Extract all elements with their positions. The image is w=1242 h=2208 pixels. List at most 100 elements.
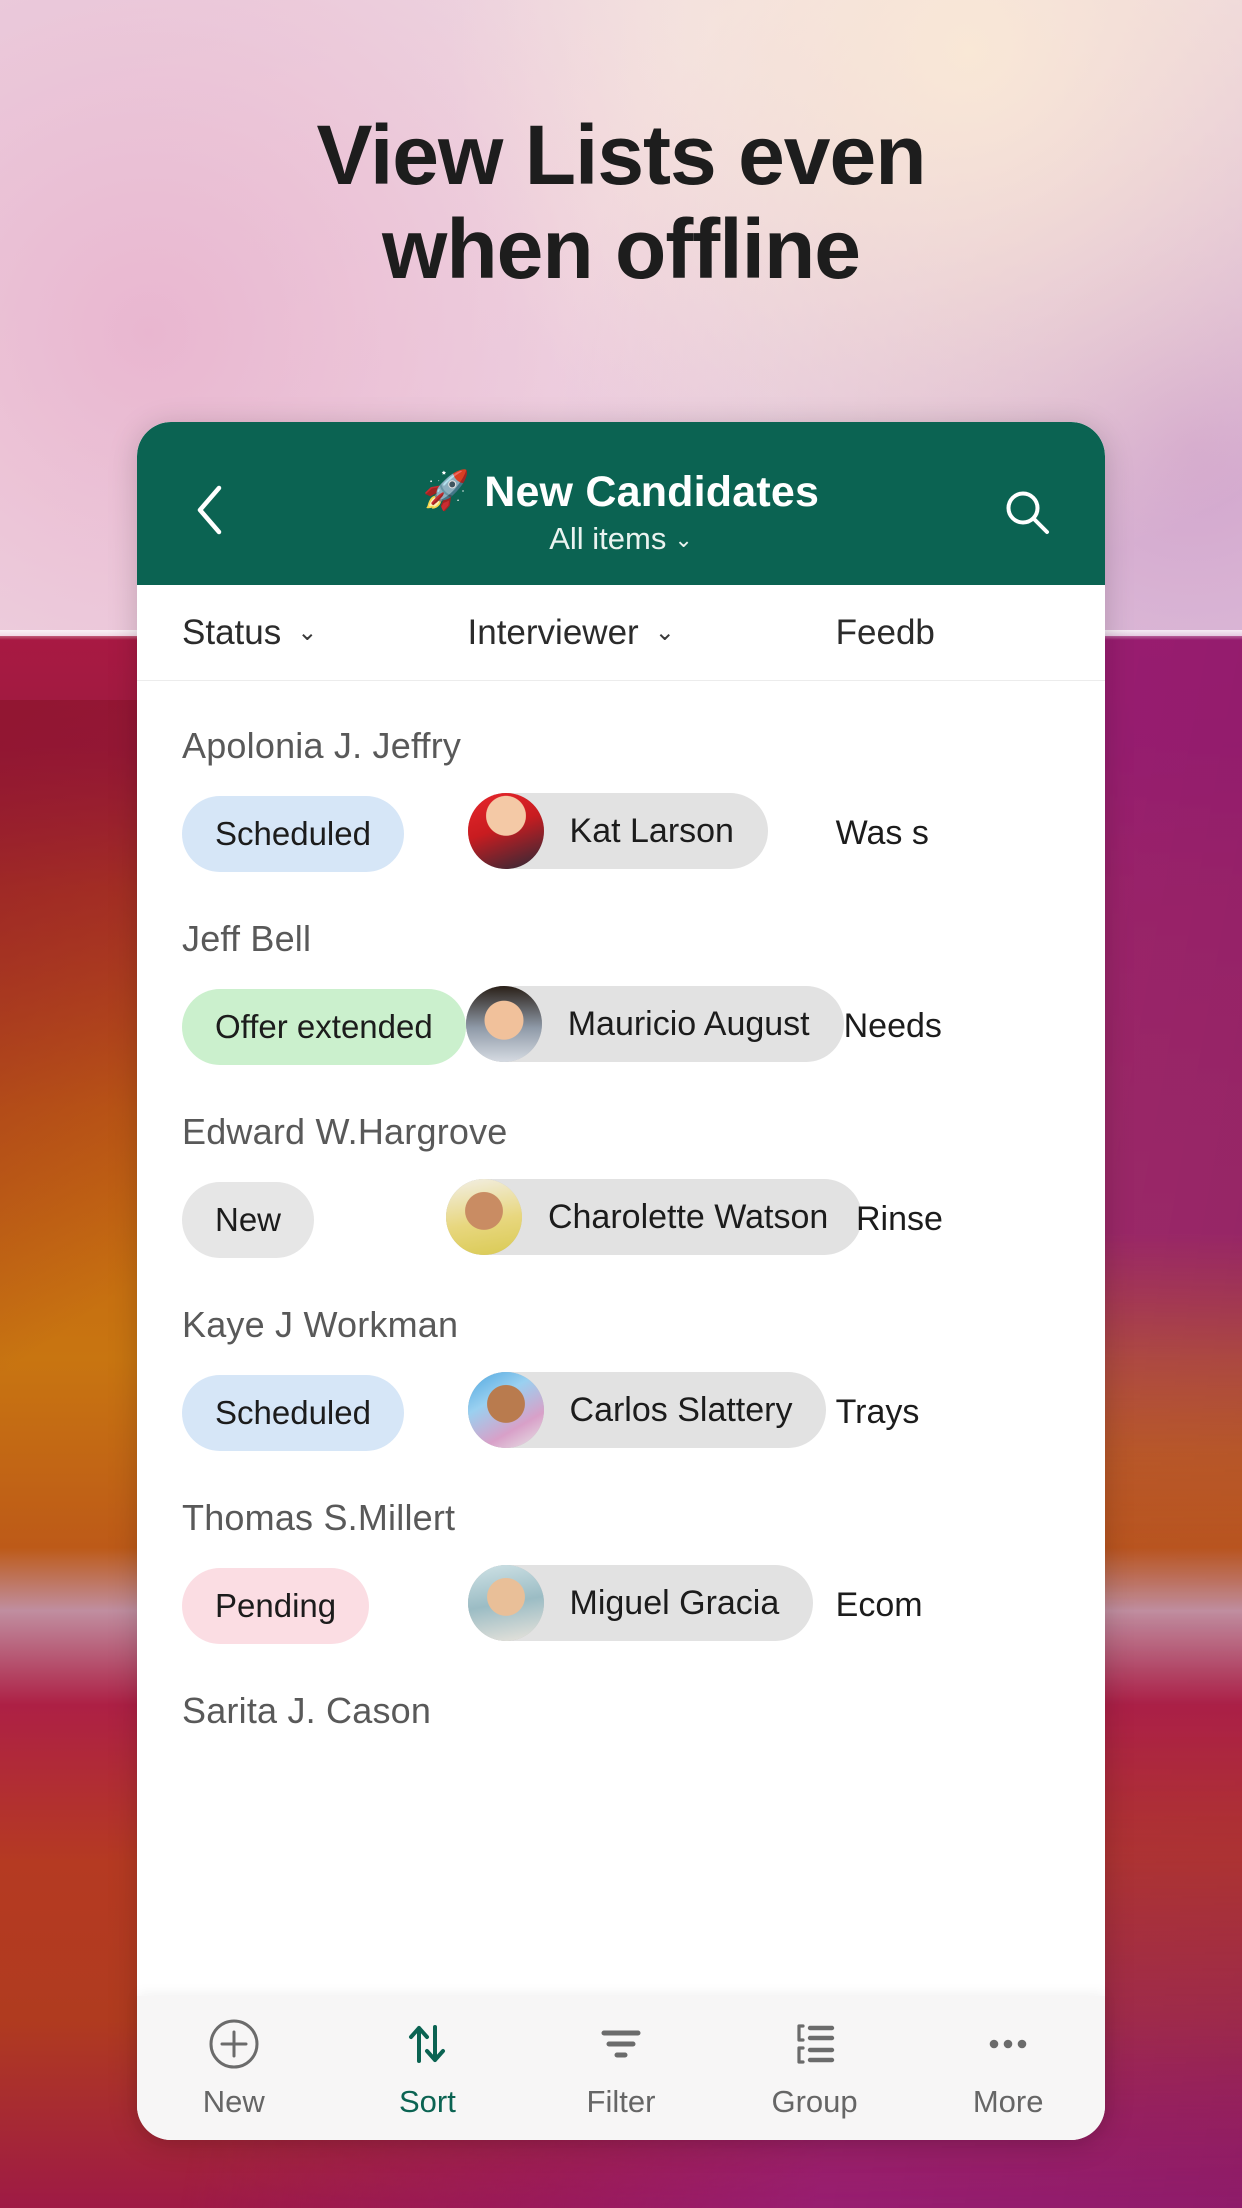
status-badge[interactable]: Scheduled [182, 795, 404, 872]
phone-screen: 🚀 New Candidates All items ⌄ Status ⌄ In… [137, 422, 1105, 2140]
status-badge[interactable]: Offer extended [182, 988, 466, 1065]
toolbar-item-new[interactable]: New [137, 1996, 331, 2140]
status-badge[interactable]: Pending [182, 1567, 370, 1644]
feedback-text: Needs [843, 1007, 942, 1045]
interviewer-name: Miguel Gracia [569, 1583, 780, 1622]
toolbar-label-group: Group [771, 2084, 858, 2119]
interviewer-chip[interactable]: Kat Larson [467, 793, 768, 869]
interviewer-name: Carlos Slattery [569, 1390, 793, 1429]
navbar-center: 🚀 New Candidates All items ⌄ [137, 468, 1105, 557]
row-cells: Scheduled Kat Larson Was s [182, 793, 1105, 874]
row-cells [182, 1758, 1105, 1839]
feedback-cell: Ecom [836, 1586, 1105, 1625]
feedback-cell: Trays [836, 1393, 1105, 1432]
toolbar-label-filter: Filter [586, 2084, 656, 2119]
search-button[interactable] [993, 480, 1063, 550]
interviewer-cell: Mauricio August [465, 986, 844, 1067]
column-header-interviewer[interactable]: Interviewer ⌄ [468, 613, 836, 653]
avatar [445, 1179, 522, 1255]
interviewer-cell: Charolette Watson [445, 1179, 863, 1260]
toolbar-item-sort[interactable]: Sort [331, 1996, 525, 2140]
interviewer-name: Kat Larson [569, 811, 734, 850]
status-cell: New [182, 1181, 446, 1258]
interviewer-chip[interactable]: Charolette Watson [445, 1179, 863, 1255]
chevron-down-icon: ⌄ [297, 619, 318, 646]
candidate-name: Apolonia J. Jeffry [182, 725, 462, 766]
status-badge[interactable]: New [182, 1181, 315, 1258]
status-cell: Scheduled [182, 1374, 468, 1451]
filter-icon [594, 2016, 648, 2072]
candidate-name: Jeff Bell [182, 918, 312, 959]
chevron-down-icon: ⌄ [654, 619, 675, 646]
status-badge[interactable]: Scheduled [182, 1374, 404, 1451]
table-row[interactable]: Jeff Bell Offer extended Mauricio August… [137, 874, 1105, 1067]
table-row[interactable]: Apolonia J. Jeffry Scheduled Kat Larson … [137, 681, 1105, 874]
table-row[interactable]: Kaye J Workman Scheduled Carlos Slattery… [137, 1260, 1105, 1453]
feedback-text: Ecom [835, 1586, 923, 1624]
list-title: New Candidates [484, 468, 820, 516]
chevron-down-icon: ⌄ [674, 527, 693, 552]
table-row[interactable]: Edward W.Hargrove New Charolette Watson … [137, 1067, 1105, 1260]
search-icon [1002, 487, 1054, 544]
candidate-list[interactable]: Apolonia J. Jeffry Scheduled Kat Larson … [137, 681, 1105, 1995]
status-cell: Offer extended [182, 988, 466, 1065]
column-header-row: Status ⌄ Interviewer ⌄ Feedb [137, 585, 1105, 681]
toolbar-label-new: New [202, 2084, 265, 2119]
status-cell [182, 1777, 468, 1820]
toolbar-label-more: More [972, 2084, 1044, 2119]
sort-arrows-icon [400, 2016, 454, 2072]
avatar [467, 1372, 544, 1448]
toolbar-label-sort: Sort [398, 2084, 456, 2119]
navbar-title-row: 🚀 New Candidates [137, 468, 1105, 517]
bottom-toolbar: New Sort Filter Group More [137, 1996, 1105, 2140]
interviewer-chip[interactable]: Carlos Slattery [467, 1372, 827, 1448]
avatar [465, 986, 542, 1062]
feedback-text: Was s [835, 814, 929, 852]
row-cells: Offer extended Mauricio August Needs [182, 986, 1105, 1067]
headline-line-2: when offline [382, 202, 861, 297]
candidate-name: Kaye J Workman [182, 1304, 459, 1345]
avatar [467, 793, 544, 869]
column-header-feedback-label: Feedb [835, 612, 935, 652]
toolbar-item-more[interactable]: More [911, 1996, 1105, 2140]
interviewer-name: Charolette Watson [547, 1197, 829, 1236]
page-title: View Lists even when offline [0, 108, 1242, 296]
column-header-feedback[interactable]: Feedb [836, 613, 1105, 653]
app-navbar: 🚀 New Candidates All items ⌄ [137, 422, 1105, 585]
headline-line-1: View Lists even [316, 108, 926, 202]
interviewer-cell: Carlos Slattery [467, 1372, 836, 1453]
row-cells: Scheduled Carlos Slattery Trays [182, 1372, 1105, 1453]
feedback-cell: Rinse [856, 1200, 1105, 1239]
feedback-text: Rinse [855, 1200, 943, 1238]
feedback-cell: Was s [836, 814, 1105, 853]
view-selector-label: All items [549, 521, 667, 556]
table-row[interactable]: Thomas S.Millert Pending Miguel Gracia E… [137, 1453, 1105, 1646]
interviewer-chip[interactable]: Miguel Gracia [467, 1565, 814, 1641]
status-cell: Pending [182, 1567, 468, 1644]
rocket-icon: 🚀 [422, 469, 471, 512]
candidate-name: Thomas S.Millert [182, 1497, 456, 1538]
ellipsis-icon [981, 2016, 1035, 2072]
interviewer-cell: Kat Larson [467, 793, 836, 874]
feedback-text: Trays [835, 1393, 920, 1431]
row-cells: Pending Miguel Gracia Ecom [182, 1565, 1105, 1646]
avatar [467, 1565, 544, 1641]
column-header-interviewer-label: Interviewer [467, 612, 639, 652]
toolbar-item-filter[interactable]: Filter [524, 1996, 718, 2140]
toolbar-item-group[interactable]: Group [718, 1996, 912, 2140]
candidate-name: Sarita J. Cason [182, 1690, 432, 1731]
interviewer-chip[interactable]: Mauricio August [465, 986, 844, 1062]
interviewer-name: Mauricio August [567, 1004, 810, 1043]
plus-circle-icon [207, 2016, 261, 2072]
row-cells: New Charolette Watson Rinse [182, 1179, 1105, 1260]
feedback-cell: Needs [844, 1007, 1105, 1046]
column-header-status-label: Status [182, 612, 282, 652]
candidate-name: Edward W.Hargrove [182, 1111, 508, 1152]
view-selector[interactable]: All items ⌄ [137, 521, 1105, 557]
table-row[interactable]: Sarita J. Cason [137, 1646, 1105, 1839]
group-list-icon [788, 2016, 842, 2072]
interviewer-cell: Miguel Gracia [467, 1565, 836, 1646]
interviewer-cell [468, 1758, 836, 1839]
status-cell: Scheduled [182, 795, 468, 872]
column-header-status[interactable]: Status ⌄ [182, 613, 468, 653]
